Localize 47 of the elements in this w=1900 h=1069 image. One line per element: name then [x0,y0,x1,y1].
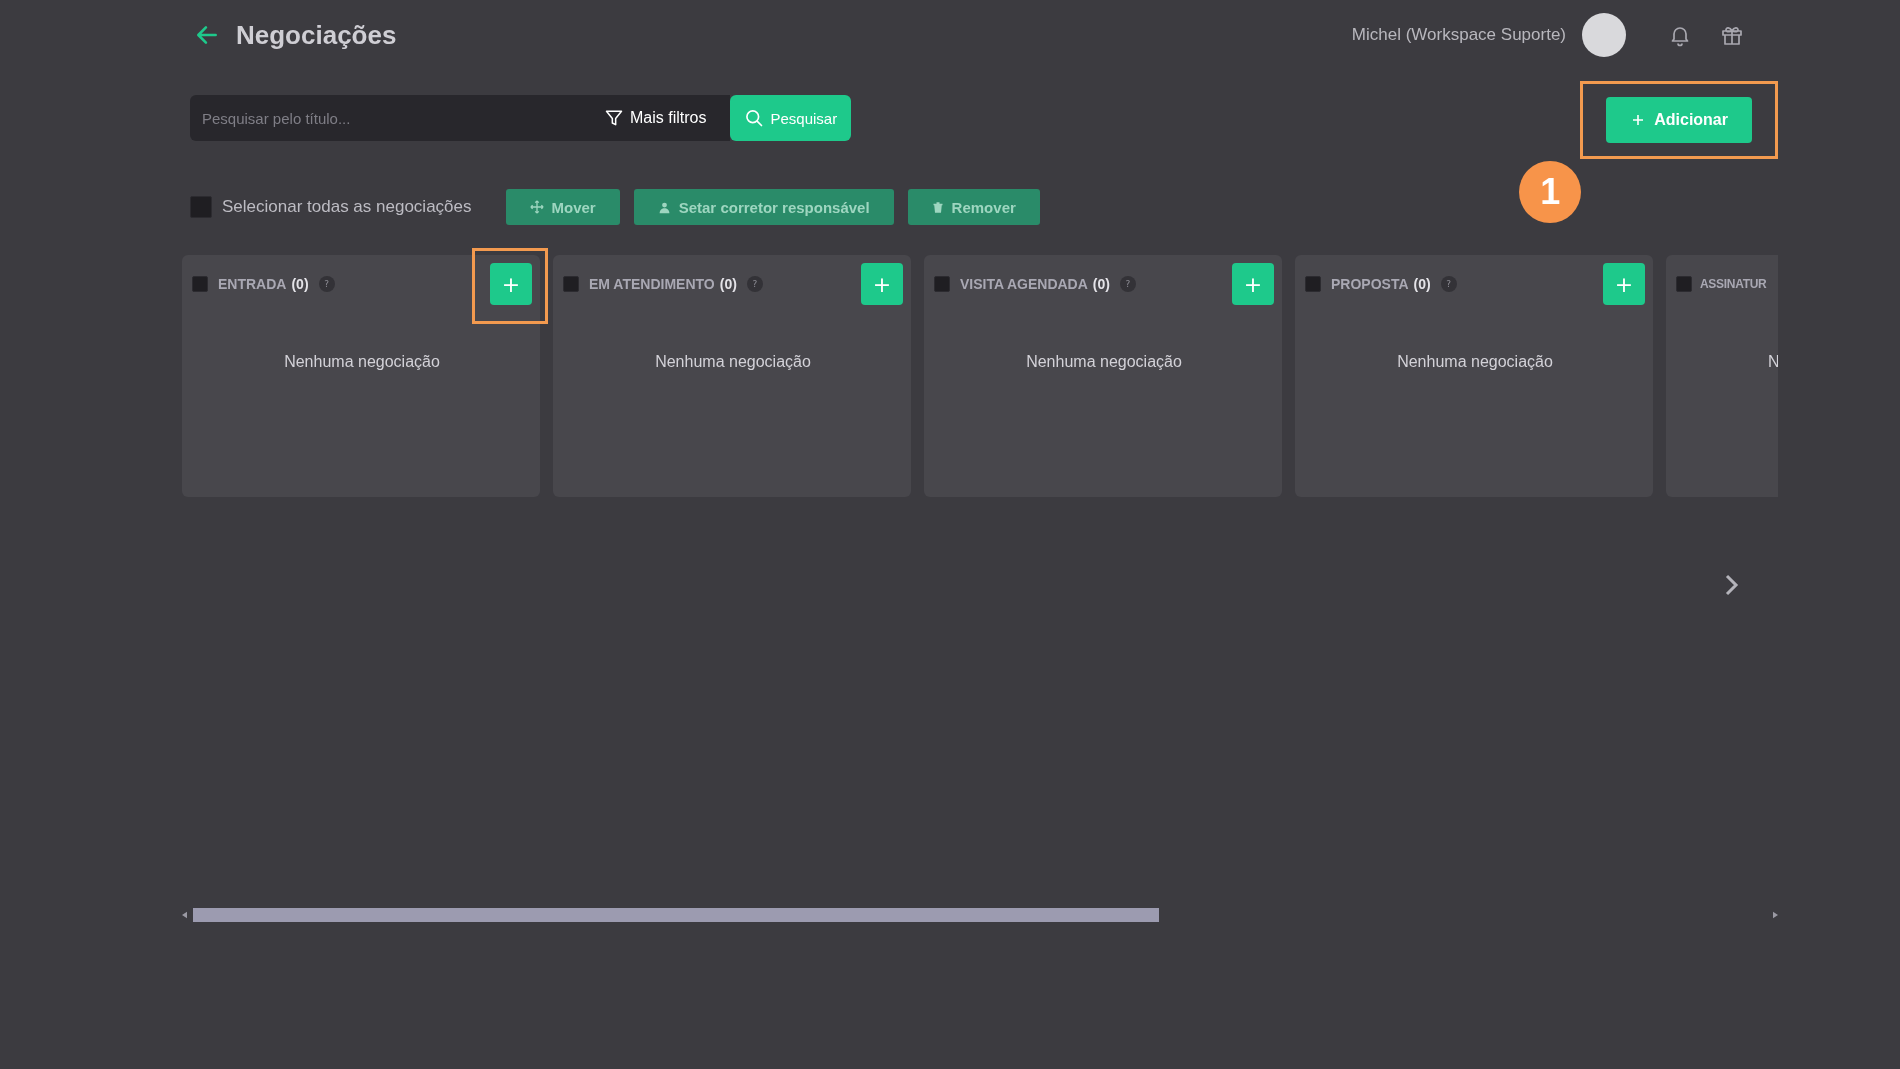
add-deal-button[interactable]: + [490,263,532,305]
column-title: ASSINATUR [1700,277,1767,291]
add-deal-button[interactable]: + [861,263,903,305]
search-icon [744,108,765,128]
checkbox[interactable] [1676,276,1692,292]
step-badge: 1 [1519,161,1582,223]
chevron-right-icon[interactable] [1724,572,1740,598]
scroll-thumb[interactable] [193,908,1159,922]
add-deal-button[interactable]: + [1603,263,1645,305]
help-icon[interactable]: ? [1440,276,1457,292]
avatar[interactable] [1582,13,1626,57]
bulk-action-button[interactable]: Mover [505,189,620,225]
trash-icon [931,200,944,214]
search-field[interactable]: Pesquisar pelo título... [190,95,594,141]
checkbox[interactable] [1305,276,1321,292]
scroll-right-icon[interactable] [1773,911,1778,919]
empty-message: N [1768,353,1778,371]
empty-message: Nenhuma negociação [655,353,811,371]
add-button[interactable]: Adicionar [1606,97,1752,143]
checkbox[interactable] [563,276,579,292]
bulk-action-button[interactable]: Remover [907,189,1040,225]
select-all-label: Selecionar todas as negociações [222,197,472,217]
plus-icon [1632,114,1645,126]
checkbox[interactable] [934,276,950,292]
person-icon [657,200,671,214]
empty-message: Nenhuma negociação [284,353,440,371]
column-title: EM ATENDIMENTO (0) [589,276,737,292]
add-deal-button[interactable]: + [1232,263,1274,305]
horizontal-scrollbar[interactable] [182,908,1778,922]
help-icon[interactable]: ? [1119,276,1136,292]
column-title: ENTRADA (0) [218,276,309,292]
checkbox[interactable] [190,196,212,218]
user-name: Michel (Workspace Suporte) [1351,25,1566,45]
empty-message: Nenhuma negociação [1026,353,1182,371]
filter-icon [604,108,624,128]
help-icon[interactable]: ? [318,276,335,292]
column-title: VISITA AGENDADA (0) [960,276,1110,292]
search-button[interactable]: Pesquisar [730,95,852,141]
checkbox[interactable] [192,276,208,292]
page-title: Negociações [236,19,397,51]
filters-button[interactable]: Mais filtros [594,95,731,141]
empty-message: Nenhuma negociação [1397,353,1553,371]
scroll-left-icon[interactable] [182,911,187,919]
move-icon [529,200,544,214]
column-title: PROPOSTA (0) [1331,276,1431,292]
help-icon[interactable]: ? [746,276,763,292]
bulk-action-button[interactable]: Setar corretor responsável [633,189,894,225]
